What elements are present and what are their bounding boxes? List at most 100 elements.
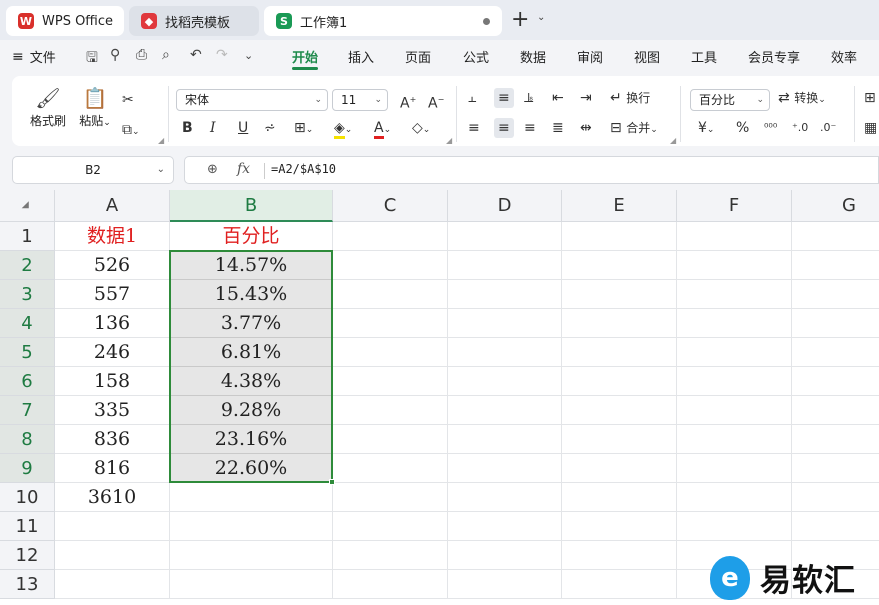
tab-wps-office[interactable]: W WPS Office bbox=[6, 6, 124, 36]
tab-daoke-templates[interactable]: ◆ 找稻壳模板 bbox=[129, 6, 259, 36]
paste-button[interactable]: 📋 粘贴⌄ bbox=[76, 86, 114, 129]
fill-color-icon[interactable]: ◈⌄ bbox=[334, 118, 352, 140]
decrease-decimal-icon[interactable]: .0⁻ bbox=[820, 118, 836, 138]
justify-icon[interactable]: ≣ bbox=[552, 118, 564, 138]
cell-empty[interactable] bbox=[448, 280, 562, 309]
row-header-10[interactable]: 10 bbox=[0, 483, 55, 512]
cell-empty[interactable] bbox=[562, 483, 677, 512]
cell-empty[interactable] bbox=[333, 280, 448, 309]
row-header-3[interactable]: 3 bbox=[0, 280, 55, 309]
fill-handle[interactable] bbox=[329, 479, 335, 485]
cell-b3[interactable]: 15.43% bbox=[170, 280, 333, 309]
cell-empty[interactable] bbox=[792, 454, 879, 483]
cell-a10[interactable]: 3610 bbox=[55, 483, 170, 512]
print-icon[interactable]: ⎙ bbox=[136, 47, 147, 63]
italic-icon[interactable]: I bbox=[210, 118, 216, 138]
format-painter-button[interactable]: 🖌 格式刷 bbox=[28, 86, 68, 129]
column-header-c[interactable]: C bbox=[333, 190, 448, 222]
cell-empty[interactable] bbox=[333, 541, 448, 570]
align-bottom-icon[interactable]: ⫡ bbox=[524, 88, 533, 108]
cell-empty[interactable] bbox=[333, 483, 448, 512]
cell-empty[interactable] bbox=[677, 425, 792, 454]
tab-tools[interactable]: 工具 bbox=[691, 47, 717, 66]
zoom-icon[interactable]: ⊕ bbox=[207, 162, 218, 177]
cell-a11[interactable] bbox=[55, 512, 170, 541]
cell-b12[interactable] bbox=[170, 541, 333, 570]
tab-workbook[interactable]: S 工作簿1 bbox=[264, 6, 502, 36]
column-header-f[interactable]: F bbox=[677, 190, 792, 222]
cell-empty[interactable] bbox=[677, 222, 792, 251]
cell-empty[interactable] bbox=[448, 367, 562, 396]
clear-format-icon[interactable]: ◇⌄ bbox=[412, 118, 430, 140]
save-icon[interactable]: 🖫 bbox=[86, 47, 98, 71]
font-name-select[interactable]: 宋体 ⌄ bbox=[176, 89, 328, 111]
cell-empty[interactable] bbox=[792, 425, 879, 454]
formula-text[interactable]: =A2/$A$10 bbox=[271, 162, 336, 176]
tab-efficiency[interactable]: 效率 bbox=[831, 47, 857, 66]
font-group-launcher-icon[interactable]: ◢ bbox=[446, 136, 452, 145]
cell-empty[interactable] bbox=[333, 512, 448, 541]
cell-b9[interactable]: 22.60% bbox=[170, 454, 333, 483]
cell-empty[interactable] bbox=[677, 454, 792, 483]
align-left-icon[interactable]: ≡ bbox=[468, 118, 480, 138]
undo-icon[interactable]: ↶ bbox=[190, 47, 202, 63]
cell-empty[interactable] bbox=[562, 454, 677, 483]
row-header-5[interactable]: 5 bbox=[0, 338, 55, 367]
name-box[interactable]: B2 ⌄ bbox=[12, 156, 174, 184]
fx-icon[interactable]: fx bbox=[237, 161, 250, 177]
thousands-separator-icon[interactable]: ⁰⁰⁰ bbox=[764, 118, 777, 138]
cell-empty[interactable] bbox=[448, 483, 562, 512]
cell-empty[interactable] bbox=[562, 396, 677, 425]
cell-empty[interactable] bbox=[448, 570, 562, 599]
row-header-9[interactable]: 9 bbox=[0, 454, 55, 483]
cell-a5[interactable]: 246 bbox=[55, 338, 170, 367]
cell-empty[interactable] bbox=[333, 425, 448, 454]
cell-a8[interactable]: 836 bbox=[55, 425, 170, 454]
cell-empty[interactable] bbox=[448, 512, 562, 541]
print-preview-icon[interactable]: ⌕ bbox=[162, 47, 170, 63]
tab-member[interactable]: 会员专享 bbox=[748, 47, 800, 66]
cell-b11[interactable] bbox=[170, 512, 333, 541]
cell-empty[interactable] bbox=[448, 251, 562, 280]
font-size-select[interactable]: 11 ⌄ bbox=[332, 89, 388, 111]
row-header-7[interactable]: 7 bbox=[0, 396, 55, 425]
cell-empty[interactable] bbox=[677, 251, 792, 280]
cell-empty[interactable] bbox=[562, 251, 677, 280]
cell-empty[interactable] bbox=[448, 396, 562, 425]
cell-b2[interactable]: 14.57% bbox=[170, 251, 333, 280]
cell-empty[interactable] bbox=[448, 425, 562, 454]
cell-empty[interactable] bbox=[792, 222, 879, 251]
convert-button[interactable]: ⇄ 转换⌄ bbox=[778, 88, 826, 110]
tab-review[interactable]: 审阅 bbox=[577, 47, 603, 66]
clipboard-group-launcher-icon[interactable]: ◢ bbox=[158, 136, 164, 145]
cell-a2[interactable]: 526 bbox=[55, 251, 170, 280]
cell-empty[interactable] bbox=[448, 338, 562, 367]
percent-icon[interactable]: % bbox=[736, 118, 749, 138]
row-header-13[interactable]: 13 bbox=[0, 570, 55, 599]
strikethrough-icon[interactable]: ⩫ bbox=[264, 118, 276, 138]
cell-empty[interactable] bbox=[333, 251, 448, 280]
distributed-align-icon[interactable]: ⇹ bbox=[580, 118, 592, 138]
row-header-8[interactable]: 8 bbox=[0, 425, 55, 454]
column-header-d[interactable]: D bbox=[448, 190, 562, 222]
cell-empty[interactable] bbox=[448, 541, 562, 570]
decrease-font-size-icon[interactable]: A− bbox=[428, 90, 444, 114]
cell-empty[interactable] bbox=[792, 338, 879, 367]
number-format-select[interactable]: 百分比 ⌄ bbox=[690, 89, 770, 111]
cell-empty[interactable] bbox=[792, 280, 879, 309]
copy-icon[interactable]: ⧉⌄ bbox=[122, 120, 140, 142]
increase-indent-icon[interactable]: ⇥ bbox=[580, 88, 592, 108]
cell-empty[interactable] bbox=[562, 367, 677, 396]
cell-empty[interactable] bbox=[562, 222, 677, 251]
row-header-1[interactable]: 1 bbox=[0, 222, 55, 251]
cell-a12[interactable] bbox=[55, 541, 170, 570]
cell-b5[interactable]: 6.81% bbox=[170, 338, 333, 367]
cell-empty[interactable] bbox=[448, 454, 562, 483]
cell-b7[interactable]: 9.28% bbox=[170, 396, 333, 425]
cell-empty[interactable] bbox=[792, 512, 879, 541]
tab-formulas[interactable]: 公式 bbox=[463, 47, 489, 66]
cell-b13[interactable] bbox=[170, 570, 333, 599]
tab-insert[interactable]: 插入 bbox=[348, 47, 374, 66]
tab-home[interactable]: 开始 bbox=[292, 47, 318, 66]
tab-data[interactable]: 数据 bbox=[520, 47, 546, 66]
